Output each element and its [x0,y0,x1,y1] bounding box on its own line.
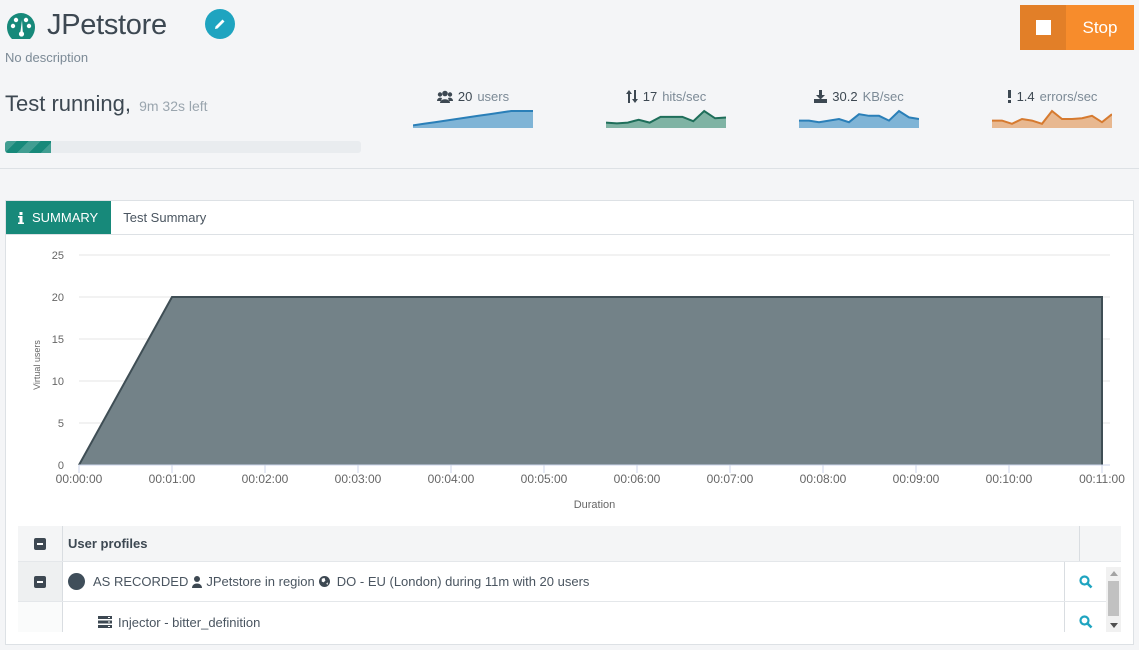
tab-summary[interactable]: SUMMARY [6,201,112,234]
x-tick-label: 00:00:00 [56,472,103,486]
users-icon [436,90,453,103]
table-row: AS RECORDED JPetstore in region DO - EU … [18,562,1121,602]
collapse-row-icon[interactable] [34,575,46,588]
pencil-icon [215,19,225,29]
x-tick-label: 00:03:00 [335,472,382,486]
x-tick-label: 00:11:00 [1079,472,1125,486]
injector-cell: Injector - bitter_definition [63,602,1064,632]
download-icon [814,90,828,103]
throughput-value: 30.2 [832,89,858,104]
hits-unit: hits/sec [662,89,707,104]
y-tick-label: 25 [52,250,64,262]
y-axis-title: Virtual users [32,340,42,390]
search-icon[interactable] [1078,615,1093,629]
scenario-name: JPetstore in region [206,574,315,589]
users-unit: users [477,89,510,104]
y-tick-label: 5 [58,418,64,430]
injector-name: Injector - bitter_definition [118,614,261,630]
scroll-up-arrow[interactable] [1110,571,1118,576]
user-profiles-table: User profiles AS RECORDED JPetstore in r… [18,526,1121,632]
test-progress-bar [5,141,361,153]
x-tick-label: 00:08:00 [800,472,847,486]
test-header: JPetstore No description Test running, 9… [0,0,1139,169]
metric-users: 20 users [403,89,543,128]
x-tick-label: 00:09:00 [893,472,940,486]
server-icon [98,616,112,628]
x-tick-label: 00:10:00 [986,472,1033,486]
search-icon[interactable] [1078,574,1093,589]
table-header-row: User profiles [18,526,1121,562]
stop-icon [1020,5,1066,50]
throughput-unit: KB/sec [862,89,904,104]
x-tick-label: 00:07:00 [707,472,754,486]
population-cell: AS RECORDED JPetstore in region DO - EU … [63,562,1064,601]
panel-title: Test Summary [123,210,207,225]
area-fill [79,297,1102,465]
x-axis-title: Duration [574,499,616,511]
errors-sparkline [992,109,1112,128]
sparkline-area [413,111,533,128]
test-title: JPetstore [47,9,167,41]
y-tick-label: 20 [52,292,64,304]
sparkline-area [992,111,1112,128]
test-status: Test running, 9m 32s left [5,91,208,117]
y-tick-label: 15 [52,334,64,346]
scroll-thumb[interactable] [1108,581,1119,616]
user-profiles-header: User profiles [68,536,148,551]
errors-unit: errors/sec [1039,89,1098,104]
time-left: 9m 32s left [139,98,208,114]
y-tick-label: 0 [58,460,64,472]
stop-button[interactable]: Stop [1020,5,1134,50]
up-down-arrows-icon [625,90,638,103]
users-value: 20 [457,89,473,104]
population-name: AS RECORDED [93,574,189,589]
scroll-down-arrow[interactable] [1110,623,1118,628]
population-color-dot [68,573,85,590]
x-tick-label: 00:06:00 [614,472,661,486]
virtual-users-chart: 0 5 10 15 20 25 00:00:00 00:01:00 00:02:00 00:03:… [32,250,1125,511]
summary-panel: SUMMARY Test Summary 0 5 10 15 20 25 00:00:00 0… [5,200,1134,645]
metric-throughput: 30.2 KB/sec [789,89,929,128]
user-icon [192,575,203,588]
hits-value: 17 [642,89,658,104]
exclamation-icon [1007,90,1011,103]
metric-hits: 17 hits/sec [596,89,736,128]
stop-label: Stop [1082,17,1118,37]
hits-sparkline [606,109,726,128]
region-text: DO - EU (London) during 11m with 20 user… [336,574,590,589]
users-sparkline [413,110,533,128]
table-row: Injector - bitter_definition [18,602,1121,632]
x-tick-label: 00:02:00 [242,472,289,486]
test-description: No description [5,50,89,65]
throughput-sparkline [799,109,919,128]
status-text: Test running, [5,91,131,116]
tab-bar: SUMMARY Test Summary [6,201,1133,235]
progress-fill [5,141,52,153]
collapse-all-icon[interactable] [34,537,46,550]
tab-summary-label: SUMMARY [32,210,99,225]
x-tick-label: 00:04:00 [428,472,475,486]
globe-icon [318,576,330,587]
x-tick-label: 00:05:00 [521,472,568,486]
dashboard-gauge-icon [7,12,35,39]
metric-errors: 1.4 errors/sec [982,89,1122,128]
title-group: JPetstore [5,9,167,42]
x-tick-label: 00:01:00 [149,472,196,486]
info-icon [18,211,24,224]
edit-button[interactable] [205,9,235,39]
errors-value: 1.4 [1016,89,1035,104]
table-scrollbar[interactable] [1106,567,1121,632]
y-tick-label: 10 [52,376,64,388]
